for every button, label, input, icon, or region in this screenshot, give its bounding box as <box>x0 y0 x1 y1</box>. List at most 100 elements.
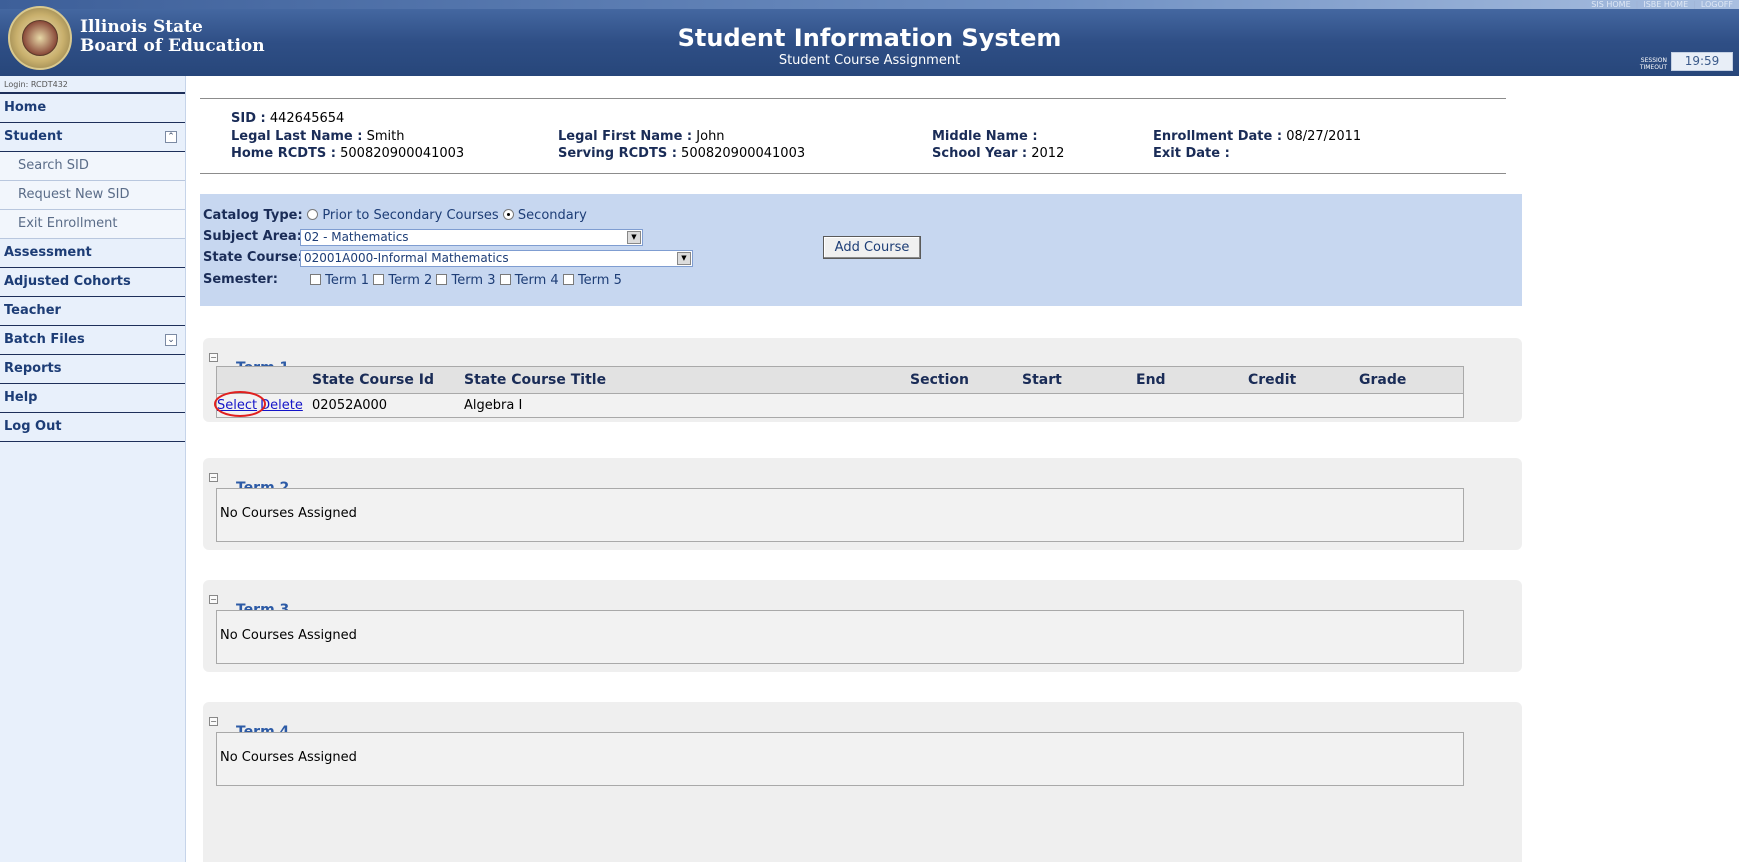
sidebar-item-adjusted-cohorts[interactable]: Adjusted Cohorts <box>0 268 185 297</box>
exit-date-field: Exit Date : <box>1153 146 1230 161</box>
column-header: State Course Id <box>312 367 464 394</box>
header-links: SIS HOME | ISBE HOME | LOGOFF <box>1591 0 1733 9</box>
delete-link[interactable]: Delete <box>260 398 303 413</box>
radio-label: Secondary <box>517 208 587 223</box>
sidebar-item-help[interactable]: Help <box>0 384 185 413</box>
collapse-icon[interactable]: − <box>209 595 218 604</box>
sidebar-item-request-new-sid[interactable]: Request New SID <box>0 181 185 210</box>
credit-cell <box>1248 393 1359 417</box>
sidebar-item-label: Adjusted Cohorts <box>4 274 131 289</box>
term-2-course-box: No Courses Assigned <box>216 488 1464 542</box>
header-top-strip <box>0 0 1739 9</box>
semester-checkboxes: Term 1 Term 2 Term 3 Term 4 Term 5 <box>310 273 622 288</box>
last-name-field: Legal Last Name : Smith <box>231 129 405 144</box>
state-course-select[interactable]: 02001A000-Informal Mathematics ▼ <box>300 250 693 267</box>
sidebar-item-label: Help <box>4 390 38 405</box>
term-2-panel: − Term 2 No Courses Assigned <box>203 458 1522 550</box>
checkbox-label: Term 3 <box>451 273 496 288</box>
start-cell <box>1022 393 1136 417</box>
subject-area-value: 02 - Mathematics <box>304 230 409 244</box>
subject-area-label: Subject Area: <box>203 229 302 244</box>
term-3-checkbox[interactable] <box>436 274 448 285</box>
empty-message: No Courses Assigned <box>220 750 357 765</box>
sidebar-item-label: Log Out <box>4 419 62 434</box>
empty-message: No Courses Assigned <box>220 506 357 521</box>
term-4-checkbox[interactable] <box>499 274 511 285</box>
first-name-field: Legal First Name : John <box>558 129 725 144</box>
login-info: Login: RCDT432 <box>0 76 185 94</box>
radio-prior-secondary[interactable] <box>307 209 319 220</box>
sidebar-item-label: Assessment <box>4 245 92 260</box>
expand-icon[interactable]: ⌄ <box>165 334 177 346</box>
checkbox-label: Term 1 <box>325 273 370 288</box>
session-timer: 19:59 <box>1671 52 1733 71</box>
sidebar-item-label: Teacher <box>4 303 61 318</box>
state-course-value: 02001A000-Informal Mathematics <box>304 251 509 265</box>
empty-message: No Courses Assigned <box>220 628 357 643</box>
checkbox-label: Term 2 <box>388 273 433 288</box>
sidebar-item-home[interactable]: Home <box>0 94 185 123</box>
sidebar-item-batch-files[interactable]: Batch Files ⌄ <box>0 326 185 355</box>
sidebar-item-label: Exit Enrollment <box>18 216 118 231</box>
sidebar-item-assessment[interactable]: Assessment <box>0 239 185 268</box>
term-1-panel: − Term 1 State Course Id State Course Ti… <box>203 338 1522 422</box>
sidebar-item-label: Reports <box>4 361 62 376</box>
catalog-type-label: Catalog Type: Prior to Secondary Courses… <box>203 208 587 223</box>
state-course-label: State Course: <box>203 250 303 265</box>
sidebar-item-label: Request New SID <box>18 187 130 202</box>
checkbox-label: Term 4 <box>514 273 559 288</box>
section-cell <box>910 393 1022 417</box>
term-3-panel: − Term 3 No Courses Assigned <box>203 580 1522 672</box>
chevron-down-icon[interactable]: ▼ <box>627 231 641 244</box>
logoff-link[interactable]: LOGOFF <box>1701 0 1733 9</box>
collapse-icon[interactable]: − <box>209 717 218 726</box>
sidebar-item-reports[interactable]: Reports <box>0 355 185 384</box>
sidebar-item-label: Batch Files <box>4 332 85 347</box>
term-2-checkbox[interactable] <box>373 274 385 285</box>
isbe-home-link[interactable]: ISBE HOME <box>1643 0 1688 9</box>
column-header: Section <box>910 367 1022 394</box>
chevron-down-icon[interactable]: ▼ <box>677 252 691 265</box>
term-1-course-table: State Course Id State Course Title Secti… <box>214 366 1464 418</box>
enrollment-date-field: Enrollment Date : 08/27/2011 <box>1153 129 1362 144</box>
column-header: End <box>1136 367 1248 394</box>
subject-area-select[interactable]: 02 - Mathematics ▼ <box>300 229 643 246</box>
course-filter-panel: Catalog Type: Prior to Secondary Courses… <box>200 194 1522 306</box>
semester-label: Semester: <box>203 272 278 287</box>
sidebar-item-label: Search SID <box>18 158 89 173</box>
serving-rcdts-field: Serving RCDTS : 500820900041003 <box>558 146 806 161</box>
radio-label: Prior to Secondary Courses <box>322 208 499 223</box>
app-header: Illinois State Board of Education Studen… <box>0 0 1739 76</box>
session-label: SESSION <box>1640 57 1667 64</box>
table-row: Select Delete 02052A000 Algebra I <box>214 390 1463 417</box>
sidebar-item-label: Home <box>4 100 47 115</box>
term-4-panel: − Term 4 No Courses Assigned <box>203 702 1522 862</box>
sidebar: Login: RCDT432 Home Student ⌃ Search SID … <box>0 76 186 862</box>
column-header: Grade <box>1359 367 1463 394</box>
collapse-icon[interactable]: − <box>209 353 218 362</box>
collapse-icon[interactable]: ⌃ <box>165 131 177 143</box>
sidebar-item-search-sid[interactable]: Search SID <box>0 152 185 181</box>
end-cell <box>1136 393 1248 417</box>
sis-home-link[interactable]: SIS HOME <box>1591 0 1630 9</box>
sidebar-item-log-out[interactable]: Log Out <box>0 413 185 442</box>
session-timeout-label: SESSION TIMEOUT <box>1640 57 1667 71</box>
sidebar-item-student[interactable]: Student ⌃ <box>0 123 185 152</box>
timeout-label: TIMEOUT <box>1639 64 1667 71</box>
add-course-button[interactable]: Add Course <box>823 236 921 259</box>
divider <box>200 98 1506 99</box>
highlight-circle <box>214 390 266 417</box>
collapse-icon[interactable]: − <box>209 473 218 482</box>
course-id-cell: 02052A000 <box>312 397 388 413</box>
term-1-checkbox[interactable] <box>310 274 321 285</box>
home-rcdts-field: Home RCDTS : 500820900041003 <box>231 146 465 161</box>
grade-cell <box>1359 393 1463 417</box>
column-header: Start <box>1022 367 1136 394</box>
checkbox-label: Term 5 <box>577 273 622 288</box>
sidebar-item-exit-enrollment[interactable]: Exit Enrollment <box>0 210 185 239</box>
term-4-course-box: No Courses Assigned <box>216 732 1464 786</box>
page-subtitle: Student Course Assignment <box>778 53 961 68</box>
term-5-checkbox[interactable] <box>562 274 574 285</box>
sidebar-item-teacher[interactable]: Teacher <box>0 297 185 326</box>
radio-secondary[interactable] <box>502 209 514 220</box>
